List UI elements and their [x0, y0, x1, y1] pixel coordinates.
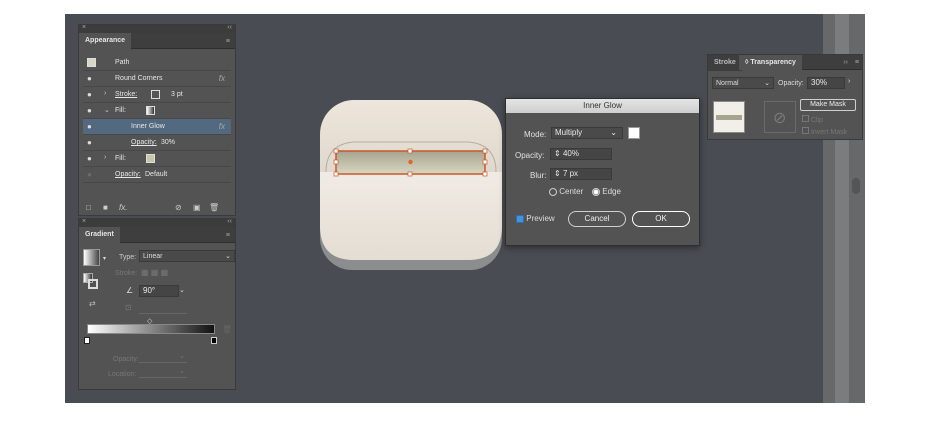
appearance-bottom-toolbar: □ ■ fx. ⊘ ▣ 🗑 — [79, 201, 235, 215]
chevron-down-icon: ⌄ — [225, 253, 231, 260]
mode-select[interactable]: Multiply ⌄ — [551, 127, 623, 139]
appearance-row-round-corners[interactable]: ● Round Corners fx — [83, 71, 231, 87]
appearance-row-fill[interactable]: ● ⌄ Fill: — [83, 103, 231, 119]
transparency-panel: Stroke ◊ Transparency ›› ≡ Normal ⌄ Opac… — [707, 54, 863, 140]
fx-icon[interactable]: fx — [219, 74, 225, 83]
object-thumbnail[interactable] — [713, 101, 745, 133]
mask-placeholder: ⊘ — [764, 101, 796, 133]
edge-radio[interactable]: Edge — [592, 187, 621, 196]
gradient-stop-right[interactable] — [211, 337, 217, 344]
add-effect-icon[interactable]: fx. — [119, 203, 127, 212]
panel-menu-icon[interactable]: ≡ — [226, 232, 230, 239]
dropdown-arrow-icon[interactable]: ▾ — [103, 255, 106, 262]
dialog-title: Inner Glow — [506, 99, 699, 113]
appearance-panel: × ‹‹ Appearance ≡ Path ● Round Corners fx… — [78, 24, 236, 216]
chevron-right-icon[interactable]: › — [848, 78, 850, 85]
invert-mask-checkbox: Invert Mask — [802, 127, 847, 136]
icon-lower-panel — [320, 172, 502, 260]
blur-input[interactable]: ⇕ 7 px — [550, 168, 612, 180]
gradient-panel: × ‹‹ Gradient ≡ ▾ Type: Linear ⌄ Stroke: … — [78, 218, 236, 390]
stroke-options-icon: ▦ ▦ ▦ — [141, 268, 169, 277]
chevron-right-icon[interactable]: › — [104, 154, 106, 161]
fill-stroke-icon[interactable] — [83, 273, 99, 291]
cancel-button[interactable]: Cancel — [568, 211, 626, 227]
stroke-label: Stroke: — [115, 270, 138, 277]
eye-icon[interactable]: ● — [87, 155, 95, 163]
gradient-preview-swatch[interactable] — [83, 249, 100, 266]
angle-icon: ∠ — [126, 286, 134, 295]
gradient-slider[interactable] — [87, 324, 215, 334]
stepper-icon[interactable]: ⇕ — [554, 149, 561, 158]
gradient-stop-left[interactable] — [84, 337, 90, 344]
appearance-row-default-opacity[interactable]: ● Opacity: Default — [83, 167, 231, 183]
center-radio[interactable]: Center — [549, 187, 583, 196]
opacity-label: Opacity: — [778, 80, 804, 87]
tab-stroke[interactable]: Stroke — [708, 55, 742, 71]
fx-icon[interactable]: fx — [219, 122, 225, 131]
opacity-input[interactable]: ⇕ 40% — [550, 148, 612, 160]
glow-color-swatch[interactable] — [628, 127, 640, 139]
add-stroke-icon[interactable]: □ — [86, 203, 91, 212]
no-mask-icon: ⊘ — [773, 110, 787, 127]
stepper-icon[interactable]: ⇕ — [554, 169, 561, 178]
clear-appearance-icon[interactable]: ⊘ — [175, 203, 182, 212]
appearance-row-path[interactable]: Path — [83, 55, 231, 71]
chevron-down-icon: ⌄ — [764, 80, 770, 87]
opacity-select: ⌄ — [139, 352, 187, 363]
tab-gradient[interactable]: Gradient — [79, 227, 120, 243]
make-mask-button[interactable]: Make Mask — [800, 99, 856, 111]
angle-input[interactable]: 90° — [139, 285, 179, 297]
opacity-label: Opacity: — [515, 151, 545, 160]
blur-label: Blur: — [530, 171, 547, 180]
appearance-row-opacity[interactable]: ● Opacity: 30% — [83, 135, 231, 151]
panel-menu-icon[interactable]: ≡ — [226, 38, 230, 45]
trash-icon[interactable]: 🗑 — [209, 203, 219, 212]
panel-menu-icon[interactable]: ≡ — [855, 59, 859, 66]
add-fill-icon[interactable]: ■ — [103, 203, 108, 212]
app-icon-artwork[interactable] — [320, 100, 502, 270]
center-point — [408, 159, 413, 165]
fill-swatch[interactable] — [146, 106, 155, 115]
opacity-input[interactable]: 30% — [807, 77, 845, 89]
chevron-down-icon[interactable]: ⌄ — [104, 106, 110, 114]
fill-swatch[interactable] — [146, 154, 155, 163]
appearance-row-inner-glow[interactable]: ● Inner Glow fx — [83, 119, 231, 135]
mode-label: Mode: — [524, 130, 547, 139]
chevron-down-icon[interactable]: ⌄ — [179, 286, 185, 294]
eye-icon[interactable]: ● — [87, 139, 95, 147]
eye-icon[interactable]: ● — [87, 107, 95, 115]
preview-checkbox[interactable]: Preview — [516, 214, 555, 223]
blend-mode-select[interactable]: Normal ⌄ — [712, 77, 774, 89]
path-thumbnail — [87, 58, 96, 67]
reverse-gradient-icon[interactable]: ⇄ — [89, 299, 96, 308]
type-label: Type: — [119, 254, 137, 261]
location-label: Location: — [108, 371, 137, 378]
chevron-down-icon: ⌄ — [610, 128, 617, 137]
eye-icon[interactable]: ● — [87, 171, 95, 179]
type-select[interactable]: Linear ⌄ — [139, 250, 235, 262]
duplicate-icon[interactable]: ▣ — [193, 203, 201, 212]
eye-icon[interactable]: ● — [87, 75, 95, 83]
appearance-row-stroke[interactable]: ● › Stroke: 3 pt — [83, 87, 231, 103]
clip-checkbox: Clip — [802, 115, 823, 124]
delete-stop-icon: 🗑 — [222, 325, 233, 334]
opacity-label: Opacity: — [113, 356, 139, 363]
tab-transparency[interactable]: ◊ Transparency — [739, 55, 802, 70]
eye-icon[interactable]: ● — [87, 91, 95, 99]
aspect-ratio-input — [139, 303, 187, 314]
collapse-icon[interactable]: ›› — [843, 59, 848, 66]
chevron-right-icon[interactable]: › — [104, 90, 106, 97]
inner-glow-dialog: Inner Glow Mode: Multiply ⌄ Opacity: ⇕ 4… — [505, 98, 700, 246]
scroll-thumb[interactable] — [852, 178, 860, 194]
appearance-row-fill-2[interactable]: ● › Fill: — [83, 151, 231, 167]
ok-button[interactable]: OK — [632, 211, 690, 227]
tab-appearance[interactable]: Appearance — [79, 33, 132, 49]
eye-icon[interactable]: ● — [87, 123, 95, 131]
location-select: ⌄ — [139, 367, 187, 378]
aspect-ratio-icon: ⊡ — [125, 303, 132, 312]
stroke-swatch[interactable] — [151, 90, 160, 99]
